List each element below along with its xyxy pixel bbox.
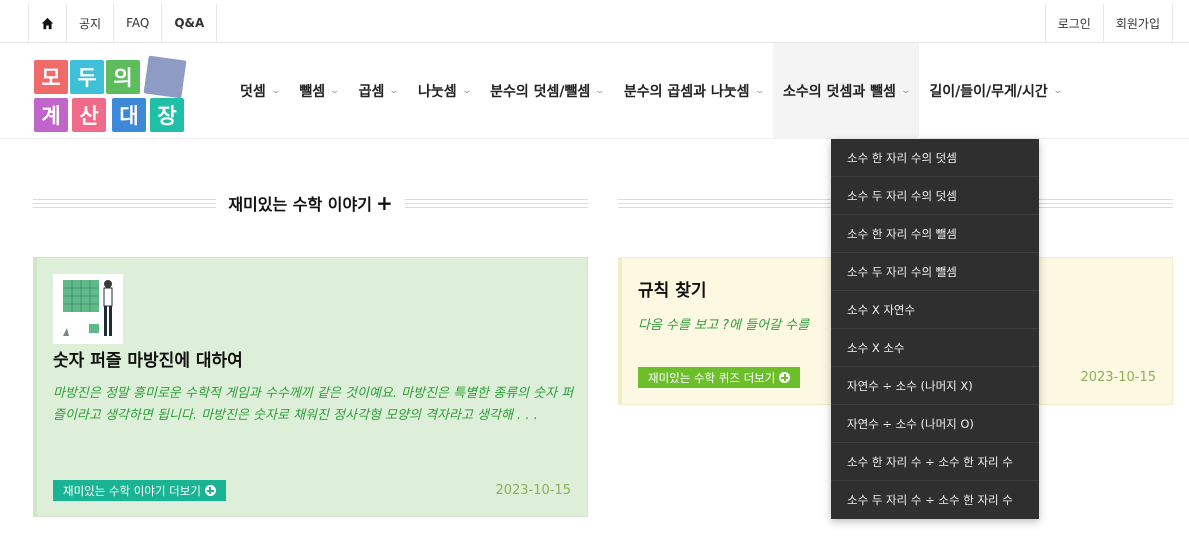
- nav-item-label: 나눗셈: [417, 84, 457, 100]
- logo-tile: 장: [150, 98, 184, 132]
- site-header: 모 두 의 계 산 대 장 덧셈 ⌄ 뺄셈 ⌄ 곱셈 ⌄ 나눗셈 ⌄ 분수의 덧셈/뺄셈…: [0, 43, 1189, 139]
- top-right-links: 로그인 회원가입: [1044, 4, 1173, 42]
- plus-icon[interactable]: +: [376, 193, 393, 213]
- heading-divider: [33, 198, 217, 208]
- story-card-date: 2023-10-15: [495, 483, 571, 498]
- submenu-item[interactable]: 자연수 ÷ 소수 (나머지 X): [831, 367, 1039, 405]
- nav-item-label: 소수의 덧셈과 뺄셈: [783, 84, 896, 100]
- section-title-text: 재미있는 수학 이야기: [228, 195, 372, 214]
- submenu-item[interactable]: 소수 두 자리 수 ÷ 소수 한 자리 수: [831, 481, 1039, 519]
- logo-square: [143, 55, 187, 99]
- logo-tile: 계: [34, 98, 68, 132]
- quiz-card-desc: 다음 수를 보고 ?에 들어갈 수를: [638, 318, 810, 333]
- nav-item-division[interactable]: 나눗셈 ⌄: [408, 43, 480, 139]
- logo-tile: 모: [34, 60, 68, 94]
- chevron-down-icon: ⌄: [753, 86, 765, 96]
- quiz-more-label: 재미있는 수학 퀴즈 더보기: [648, 370, 776, 385]
- submenu-item[interactable]: 소수 X 자연수: [831, 291, 1039, 329]
- main-nav: 덧셈 ⌄ 뺄셈 ⌄ 곱셈 ⌄ 나눗셈 ⌄ 분수의 덧셈/뺄셈 ⌄ 분수의 곱셈과 나눗셈 ⌄…: [230, 43, 1071, 139]
- logo-tile: 의: [106, 60, 140, 94]
- plus-circle-icon: [204, 485, 216, 496]
- submenu-item[interactable]: 소수 두 자리 수의 덧셈: [831, 177, 1039, 215]
- story-section-title[interactable]: 재미있는 수학 이야기 +: [216, 191, 404, 215]
- chevron-down-icon: ⌄: [329, 86, 341, 96]
- story-section-heading: 재미있는 수학 이야기 +: [33, 188, 589, 218]
- chevron-down-icon: ⌄: [1052, 86, 1063, 96]
- logo-tile: 두: [70, 60, 104, 94]
- notice-link[interactable]: 공지: [67, 4, 115, 42]
- decimal-submenu: 소수 한 자리 수의 덧셈 소수 두 자리 수의 덧셈 소수 한 자리 수의 뺄…: [831, 139, 1039, 519]
- site-logo[interactable]: 모 두 의 계 산 대 장: [32, 55, 188, 132]
- submenu-item[interactable]: 소수 한 자리 수의 덧셈: [831, 139, 1039, 177]
- nav-item-multiplication[interactable]: 곱셈 ⌄: [349, 43, 408, 139]
- logo-tile: 산: [72, 98, 106, 132]
- nav-item-measurement[interactable]: 길이/들이/무게/시간 ⌄: [919, 43, 1071, 139]
- top-left-links: 공지 FAQ Q&A: [28, 4, 218, 42]
- login-link[interactable]: 로그인: [1044, 4, 1104, 42]
- nav-item-label: 분수의 덧셈/뺄셈: [490, 84, 591, 100]
- logo-tile: 대: [112, 98, 146, 132]
- story-card: 숫자 퍼즐 마방진에 대하여 마방진은 정말 흥미로운 수학적 게임과 수수께끼…: [33, 257, 588, 517]
- qna-link[interactable]: Q&A: [162, 4, 218, 42]
- submenu-item[interactable]: 소수 한 자리 수의 뺄셈: [831, 215, 1039, 253]
- magic-square-thumbnail[interactable]: [53, 274, 123, 344]
- home-icon[interactable]: [28, 4, 67, 42]
- faq-link[interactable]: FAQ: [114, 4, 163, 42]
- submenu-item[interactable]: 자연수 ÷ 소수 (나머지 O): [831, 405, 1039, 443]
- story-card-title[interactable]: 숫자 퍼즐 마방진에 대하여: [53, 346, 243, 371]
- story-more-label: 재미있는 수학 이야기 더보기: [63, 483, 201, 498]
- nav-item-fraction-mul-div[interactable]: 분수의 곱셈과 나눗셈 ⌄: [614, 43, 773, 139]
- nav-item-label: 덧셈: [240, 84, 266, 100]
- submenu-item[interactable]: 소수 한 자리 수 ÷ 소수 한 자리 수: [831, 443, 1039, 481]
- nav-item-label: 뺄셈: [299, 84, 326, 100]
- nav-item-decimal-add-sub[interactable]: 소수의 덧셈과 뺄셈 ⌄: [773, 43, 920, 139]
- nav-item-label: 곱셈: [358, 84, 385, 100]
- story-more-button[interactable]: 재미있는 수학 이야기 더보기: [53, 480, 226, 501]
- plus-circle-icon: [779, 372, 791, 383]
- nav-item-label: 분수의 곱셈과 나눗셈: [623, 84, 750, 100]
- top-utility-bar: 공지 FAQ Q&A 로그인 회원가입: [0, 0, 1189, 43]
- chevron-down-icon: ⌄: [270, 86, 281, 96]
- submenu-item[interactable]: 소수 두 자리 수의 뺄셈: [831, 253, 1039, 291]
- quiz-more-button[interactable]: 재미있는 수학 퀴즈 더보기: [638, 367, 801, 388]
- nav-item-subtraction[interactable]: 뺄셈 ⌄: [289, 43, 348, 139]
- signup-link[interactable]: 회원가입: [1104, 4, 1173, 42]
- chevron-down-icon: ⌄: [594, 86, 606, 96]
- chevron-down-icon: ⌄: [900, 86, 911, 96]
- submenu-item[interactable]: 소수 X 소수: [831, 329, 1039, 367]
- quiz-card-date: 2023-10-15: [1080, 370, 1156, 385]
- story-card-desc: 마방진은 정말 흥미로운 수학적 게임과 수수께끼 같은 것이예요. 마방진은 …: [53, 386, 574, 423]
- quiz-card-title[interactable]: 규칙 찾기: [638, 276, 706, 301]
- chevron-down-icon: ⌄: [388, 86, 400, 96]
- nav-item-label: 길이/들이/무게/시간: [929, 84, 1048, 100]
- heading-divider: [404, 198, 589, 208]
- nav-item-fraction-add-sub[interactable]: 분수의 덧셈/뺄셈 ⌄: [480, 43, 614, 139]
- chevron-down-icon: ⌄: [461, 86, 472, 96]
- nav-item-addition[interactable]: 덧셈 ⌄: [230, 43, 289, 139]
